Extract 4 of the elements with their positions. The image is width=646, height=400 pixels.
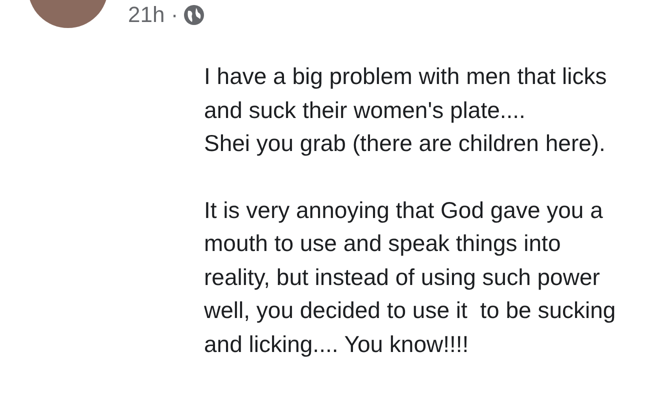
post-time: 21h ·	[128, 2, 178, 28]
globe-icon	[184, 5, 204, 25]
post-text: It is very annoying that God gave you a mouth to use and speak things into reality, but instead of using such power well, you decided to use it to be sucking and licking.... You know!!!!	[204, 196, 617, 359]
post-text: I have a big problem with men that licks and suck their women's plate.... Shei you grab (there are children here).	[204, 62, 608, 158]
